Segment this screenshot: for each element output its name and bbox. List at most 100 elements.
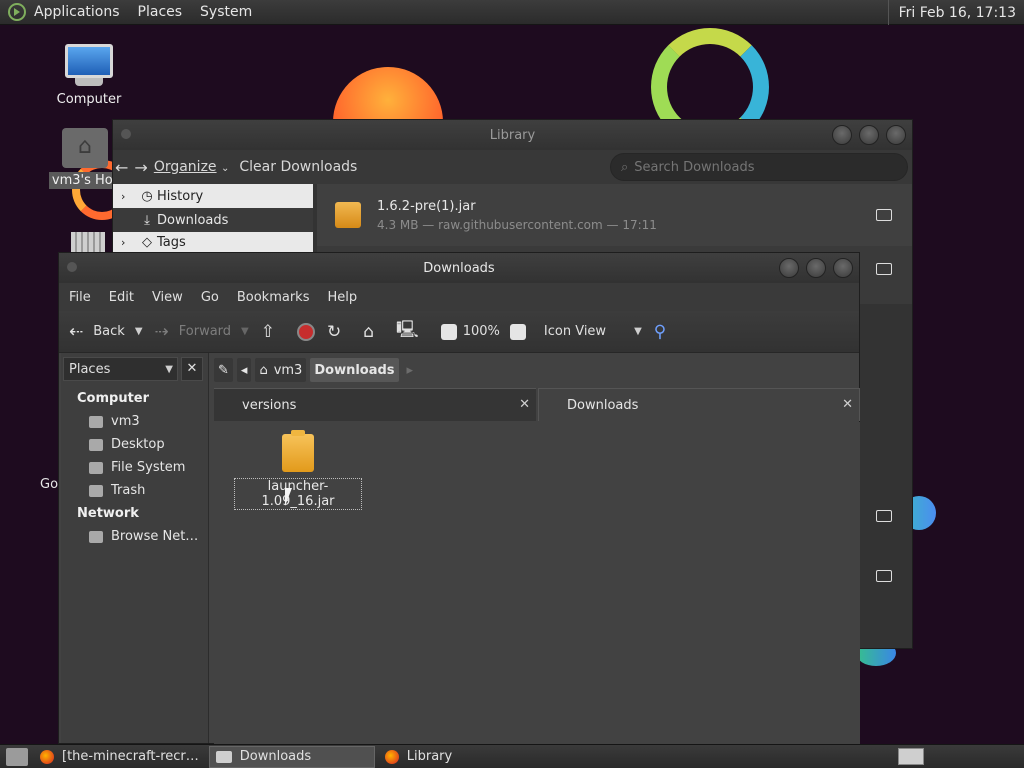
applications-menu[interactable]: Applications	[34, 4, 120, 20]
sidebar-item-file-system[interactable]: File System	[89, 460, 185, 475]
desktop-icon-computer[interactable]: Computer	[50, 44, 128, 107]
menu-view[interactable]: View	[152, 290, 183, 305]
show-desktop-button[interactable]	[6, 747, 28, 766]
system-menu[interactable]: System	[200, 4, 252, 20]
menu-edit[interactable]: Edit	[109, 290, 134, 305]
close-tab-icon[interactable]: ✕	[842, 397, 853, 412]
close-button[interactable]	[886, 125, 906, 145]
chevron-right-icon: ▸	[406, 362, 414, 378]
zoom-out-icon[interactable]	[440, 323, 457, 340]
up-button[interactable]: ⇧	[261, 322, 285, 342]
sidebar-item-trash[interactable]: Trash	[89, 483, 145, 498]
zoom-in-icon[interactable]	[509, 323, 526, 340]
zoom-control[interactable]: 100%	[440, 323, 532, 340]
sidebar-item-vm3[interactable]: vm3	[89, 414, 140, 429]
computer-stand-icon	[75, 78, 103, 86]
path-segment-current[interactable]: Downloads	[310, 358, 399, 382]
minimize-button[interactable]	[779, 258, 799, 278]
menu-bookmarks[interactable]: Bookmarks	[237, 290, 310, 305]
chevron-down-icon[interactable]: ▼	[241, 326, 249, 337]
chevron-down-icon[interactable]: ▼	[135, 326, 143, 337]
forward-label: Forward	[178, 324, 232, 339]
chevron-right-icon[interactable]: ›	[121, 190, 137, 203]
path-segment-home[interactable]: ⌂ vm3	[255, 358, 307, 382]
tree-item-history[interactable]: › ◷ History	[113, 184, 313, 208]
maximize-button[interactable]	[859, 125, 879, 145]
sidebar-item-label: File System	[111, 460, 186, 475]
library-search[interactable]: ⌕	[610, 153, 908, 181]
clear-downloads-button[interactable]: Clear Downloads	[239, 159, 357, 175]
close-sidebar-button[interactable]: ✕	[181, 357, 203, 381]
list-item[interactable]: 1.6.2-pre(1).jar 4.3 MB — raw.githubuser…	[317, 184, 912, 246]
reload-button[interactable]: ↻	[327, 322, 351, 342]
maximize-button[interactable]	[806, 258, 826, 278]
file-view[interactable]: launcher-1.09_16.jar	[214, 422, 860, 744]
desktop-icon-label: vm3's Hor	[48, 172, 122, 189]
computer-icon	[65, 44, 113, 78]
edit-location-button[interactable]: ✎	[214, 358, 233, 382]
home-button[interactable]: ⌂	[363, 322, 384, 342]
open-folder-icon[interactable]	[876, 263, 892, 275]
tree-item-tags[interactable]: › ◇ Tags	[113, 232, 313, 252]
distro-logo-icon[interactable]	[8, 3, 26, 21]
toolbar: ⇠ Back ▼ ⇢ Forward ▼ ⇧ ↻ ⌂ 🖳 100% Icon V…	[59, 311, 859, 353]
close-tab-icon[interactable]: ✕	[519, 397, 530, 412]
sidebar-item-desktop[interactable]: Desktop	[89, 437, 165, 452]
chevron-right-icon[interactable]: ›	[121, 236, 137, 249]
stop-button[interactable]	[297, 322, 315, 341]
open-folder-icon[interactable]	[876, 209, 892, 221]
menu-file[interactable]: File	[69, 290, 91, 305]
search-button[interactable]: ⚲	[654, 322, 676, 342]
taskbar-item-downloads[interactable]: Downloads	[208, 745, 375, 768]
window-menu-icon[interactable]	[121, 129, 131, 139]
path-bar: ✎ ◂ ⌂ vm3 Downloads ▸	[214, 357, 421, 383]
back-button[interactable]: ⇠ Back ▼	[69, 322, 143, 342]
open-folder-icon[interactable]	[876, 510, 892, 522]
path-scroll-right-button[interactable]: ▸	[403, 358, 418, 382]
home-icon: ⌂	[363, 321, 375, 342]
workspace-switcher[interactable]	[898, 748, 924, 765]
download-name: 1.6.2-pre(1).jar	[377, 198, 476, 214]
downloads-window: Downloads File Edit View Go Bookmarks He…	[58, 252, 860, 744]
back-arrow-icon[interactable]: ←	[115, 158, 128, 177]
taskbar-item-label: [the-minecraft-recr…	[62, 749, 199, 764]
places-menu[interactable]: Places	[138, 4, 183, 20]
path-scroll-left-button[interactable]: ◂	[236, 358, 252, 382]
taskbar-item-library[interactable]: Library	[379, 746, 458, 768]
folder-icon	[215, 750, 232, 763]
close-button[interactable]	[833, 258, 853, 278]
sidebar-item-browse-network[interactable]: Browse Net…	[89, 529, 198, 544]
open-folder-icon[interactable]	[876, 570, 892, 582]
tab-versions[interactable]: versions ✕	[214, 388, 536, 421]
stop-icon	[297, 322, 315, 341]
organize-button[interactable]: Organize ⌄	[154, 159, 230, 175]
forward-arrow-icon[interactable]: →	[134, 158, 147, 177]
menu-go[interactable]: Go	[201, 290, 219, 305]
top-panel: Applications Places System Fri Feb 16, 1…	[0, 0, 1024, 25]
library-tree: › ◷ History ⤓ Downloads › ◇ Tags	[113, 184, 313, 252]
downloads-titlebar[interactable]: Downloads	[59, 253, 859, 283]
home-folder-icon	[62, 128, 108, 168]
library-titlebar[interactable]: Library	[113, 120, 912, 150]
menu-help[interactable]: Help	[327, 290, 357, 305]
minimize-button[interactable]	[832, 125, 852, 145]
search-icon: ⌕	[621, 159, 629, 175]
forward-button[interactable]: ⇢ Forward ▼	[155, 322, 249, 342]
pencil-icon: ✎	[218, 362, 229, 378]
menubar: File Edit View Go Bookmarks Help	[59, 283, 859, 311]
sidebar-item-label: vm3	[111, 414, 140, 429]
search-input[interactable]	[634, 159, 875, 175]
desktop-icon-trash[interactable]	[66, 226, 110, 258]
chevron-left-icon: ◂	[240, 362, 248, 378]
tree-item-label: Tags	[157, 234, 186, 250]
tree-item-downloads[interactable]: ⤓ Downloads	[113, 208, 313, 232]
places-selector[interactable]: Places ▼	[63, 357, 178, 381]
tab-downloads[interactable]: Downloads ✕	[538, 388, 860, 421]
clock[interactable]: Fri Feb 16, 17:13	[887, 0, 1024, 25]
computer-button[interactable]: 🖳	[396, 317, 429, 346]
taskbar-item-firefox[interactable]: [the-minecraft-recr…	[34, 746, 205, 768]
window-menu-icon[interactable]	[67, 262, 77, 272]
mouse-cursor-icon	[285, 488, 299, 506]
view-mode-select[interactable]: Icon View ▼	[544, 324, 642, 339]
computer-icon: 🖳	[396, 320, 419, 340]
